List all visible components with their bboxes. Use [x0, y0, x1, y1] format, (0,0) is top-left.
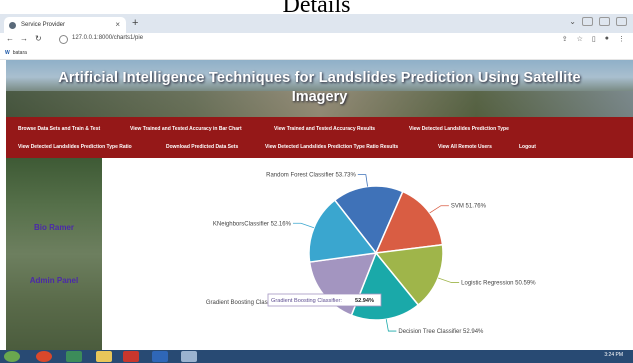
pdf-taskbar-icon[interactable] — [123, 351, 139, 362]
reload-icon[interactable]: ↻ — [35, 34, 42, 43]
forward-icon[interactable]: → — [20, 34, 28, 43]
pie-chart: Random Forest Classifier 53.73% SVM 51.76… — [206, 173, 536, 335]
bookmark-label: batara — [12, 50, 27, 56]
pie-label: Decision Tree Classifier 52.94% — [398, 329, 484, 335]
tab-title: Service Provider — [21, 22, 66, 28]
python-taskbar-icon[interactable] — [181, 351, 197, 362]
word-taskbar-icon[interactable] — [152, 351, 168, 362]
sidebar-label-1: Bio Ramer — [33, 223, 74, 232]
pie-label: Logistic Regression 50.59% — [461, 280, 536, 286]
bookmark-icon: W — [5, 50, 10, 56]
bookmarks-bar: Wbatara — [0, 47, 633, 60]
pie-leader-line — [429, 205, 449, 214]
menu-accuracy-bar-chart[interactable]: View Trained and Tested Accuracy in Bar … — [130, 126, 242, 132]
back-icon[interactable]: ← — [6, 34, 14, 43]
browser-tab[interactable]: Service Provider × — [4, 17, 126, 33]
address-bar: ← → ↻ 127.0.0.1:8000/charts1/pie ⇪ ☆ ▯ ●… — [0, 33, 633, 47]
main-menu: Browse Data Sets and Train & Test View T… — [6, 117, 633, 158]
menu-prediction-ratio-results[interactable]: View Detected Landslides Prediction Type… — [265, 144, 398, 150]
pie-leader-line — [357, 174, 368, 187]
pie-tooltip: Gradient Boosting Classifier: 52.94% — [267, 293, 382, 307]
share-icon[interactable]: ⇪ — [562, 35, 568, 43]
window-controls: ⌄ — [569, 17, 627, 26]
pie-label: SVM 51.76% — [451, 204, 487, 210]
tooltip-label: Gradient Boosting Classifier: — [271, 298, 342, 304]
taskbar-clock: 3:24 PM — [604, 352, 623, 358]
sidebar-label-2: Admin Panel — [29, 276, 79, 285]
minimize-icon[interactable] — [582, 17, 593, 26]
start-button-icon[interactable] — [4, 351, 20, 362]
close-window-icon[interactable] — [616, 17, 627, 26]
star-icon[interactable]: ☆ — [577, 35, 583, 43]
tab-close-icon[interactable]: × — [115, 20, 120, 29]
url-field[interactable]: 127.0.0.1:8000/charts1/pie — [72, 35, 143, 41]
sidebar-icon[interactable]: ▯ — [592, 35, 596, 43]
site-title-line1: Artificial Intelligence Techniques for L… — [58, 70, 581, 86]
bookmark-item[interactable]: Wbatara — [5, 50, 27, 56]
pie-label: KNeighborsClassifier 52.16% — [213, 221, 292, 227]
pie-leader-line — [292, 222, 315, 229]
menu-icon[interactable]: ⋮ — [618, 35, 625, 43]
address-actions: ⇪ ☆ ▯ ● ⋮ — [562, 35, 625, 43]
menu-accuracy-results[interactable]: View Trained and Tested Accuracy Results — [274, 126, 375, 132]
site-info-icon[interactable] — [59, 35, 68, 44]
menu-logout[interactable]: Logout — [519, 144, 536, 150]
document-heading: Details — [282, 0, 351, 14]
pie-leader-line — [385, 319, 397, 332]
menu-row-1: Browse Data Sets and Train & Test View T… — [6, 123, 633, 137]
site-favicon-icon — [9, 21, 16, 29]
new-tab-icon[interactable]: + — [132, 17, 138, 29]
chart-area: Random Forest Classifier 53.73% SVM 51.76… — [102, 158, 633, 350]
profile-icon[interactable]: ● — [605, 35, 609, 43]
left-panel: Bio Ramer Admin Panel — [6, 158, 102, 350]
browser-titlebar: Service Provider × + ⌄ — [0, 14, 633, 33]
menu-remote-users[interactable]: View All Remote Users — [438, 144, 492, 150]
site-banner: Artificial Intelligence Techniques for L… — [6, 60, 633, 117]
menu-prediction-type[interactable]: View Detected Landslides Prediction Type — [409, 126, 509, 132]
taskbar: 3:24 PM — [0, 350, 633, 363]
tooltip-value: 52.94% — [355, 298, 374, 304]
pie-leader-line — [438, 277, 460, 283]
maximize-icon[interactable] — [599, 17, 610, 26]
site-title-line2: Imagery — [291, 89, 348, 105]
chevron-down-icon[interactable]: ⌄ — [569, 17, 576, 26]
excel-taskbar-icon[interactable] — [66, 351, 82, 362]
menu-prediction-ratio[interactable]: View Detected Landslides Prediction Type… — [18, 144, 132, 150]
pie-label: Random Forest Classifier 53.73% — [266, 173, 356, 179]
menu-download-predicted[interactable]: Download Predicted Data Sets — [166, 144, 238, 150]
folder-taskbar-icon[interactable] — [96, 351, 112, 362]
menu-row-2: View Detected Landslides Prediction Type… — [6, 141, 633, 155]
chrome-taskbar-icon[interactable] — [36, 351, 52, 362]
menu-browse-datasets[interactable]: Browse Data Sets and Train & Test — [18, 126, 100, 132]
